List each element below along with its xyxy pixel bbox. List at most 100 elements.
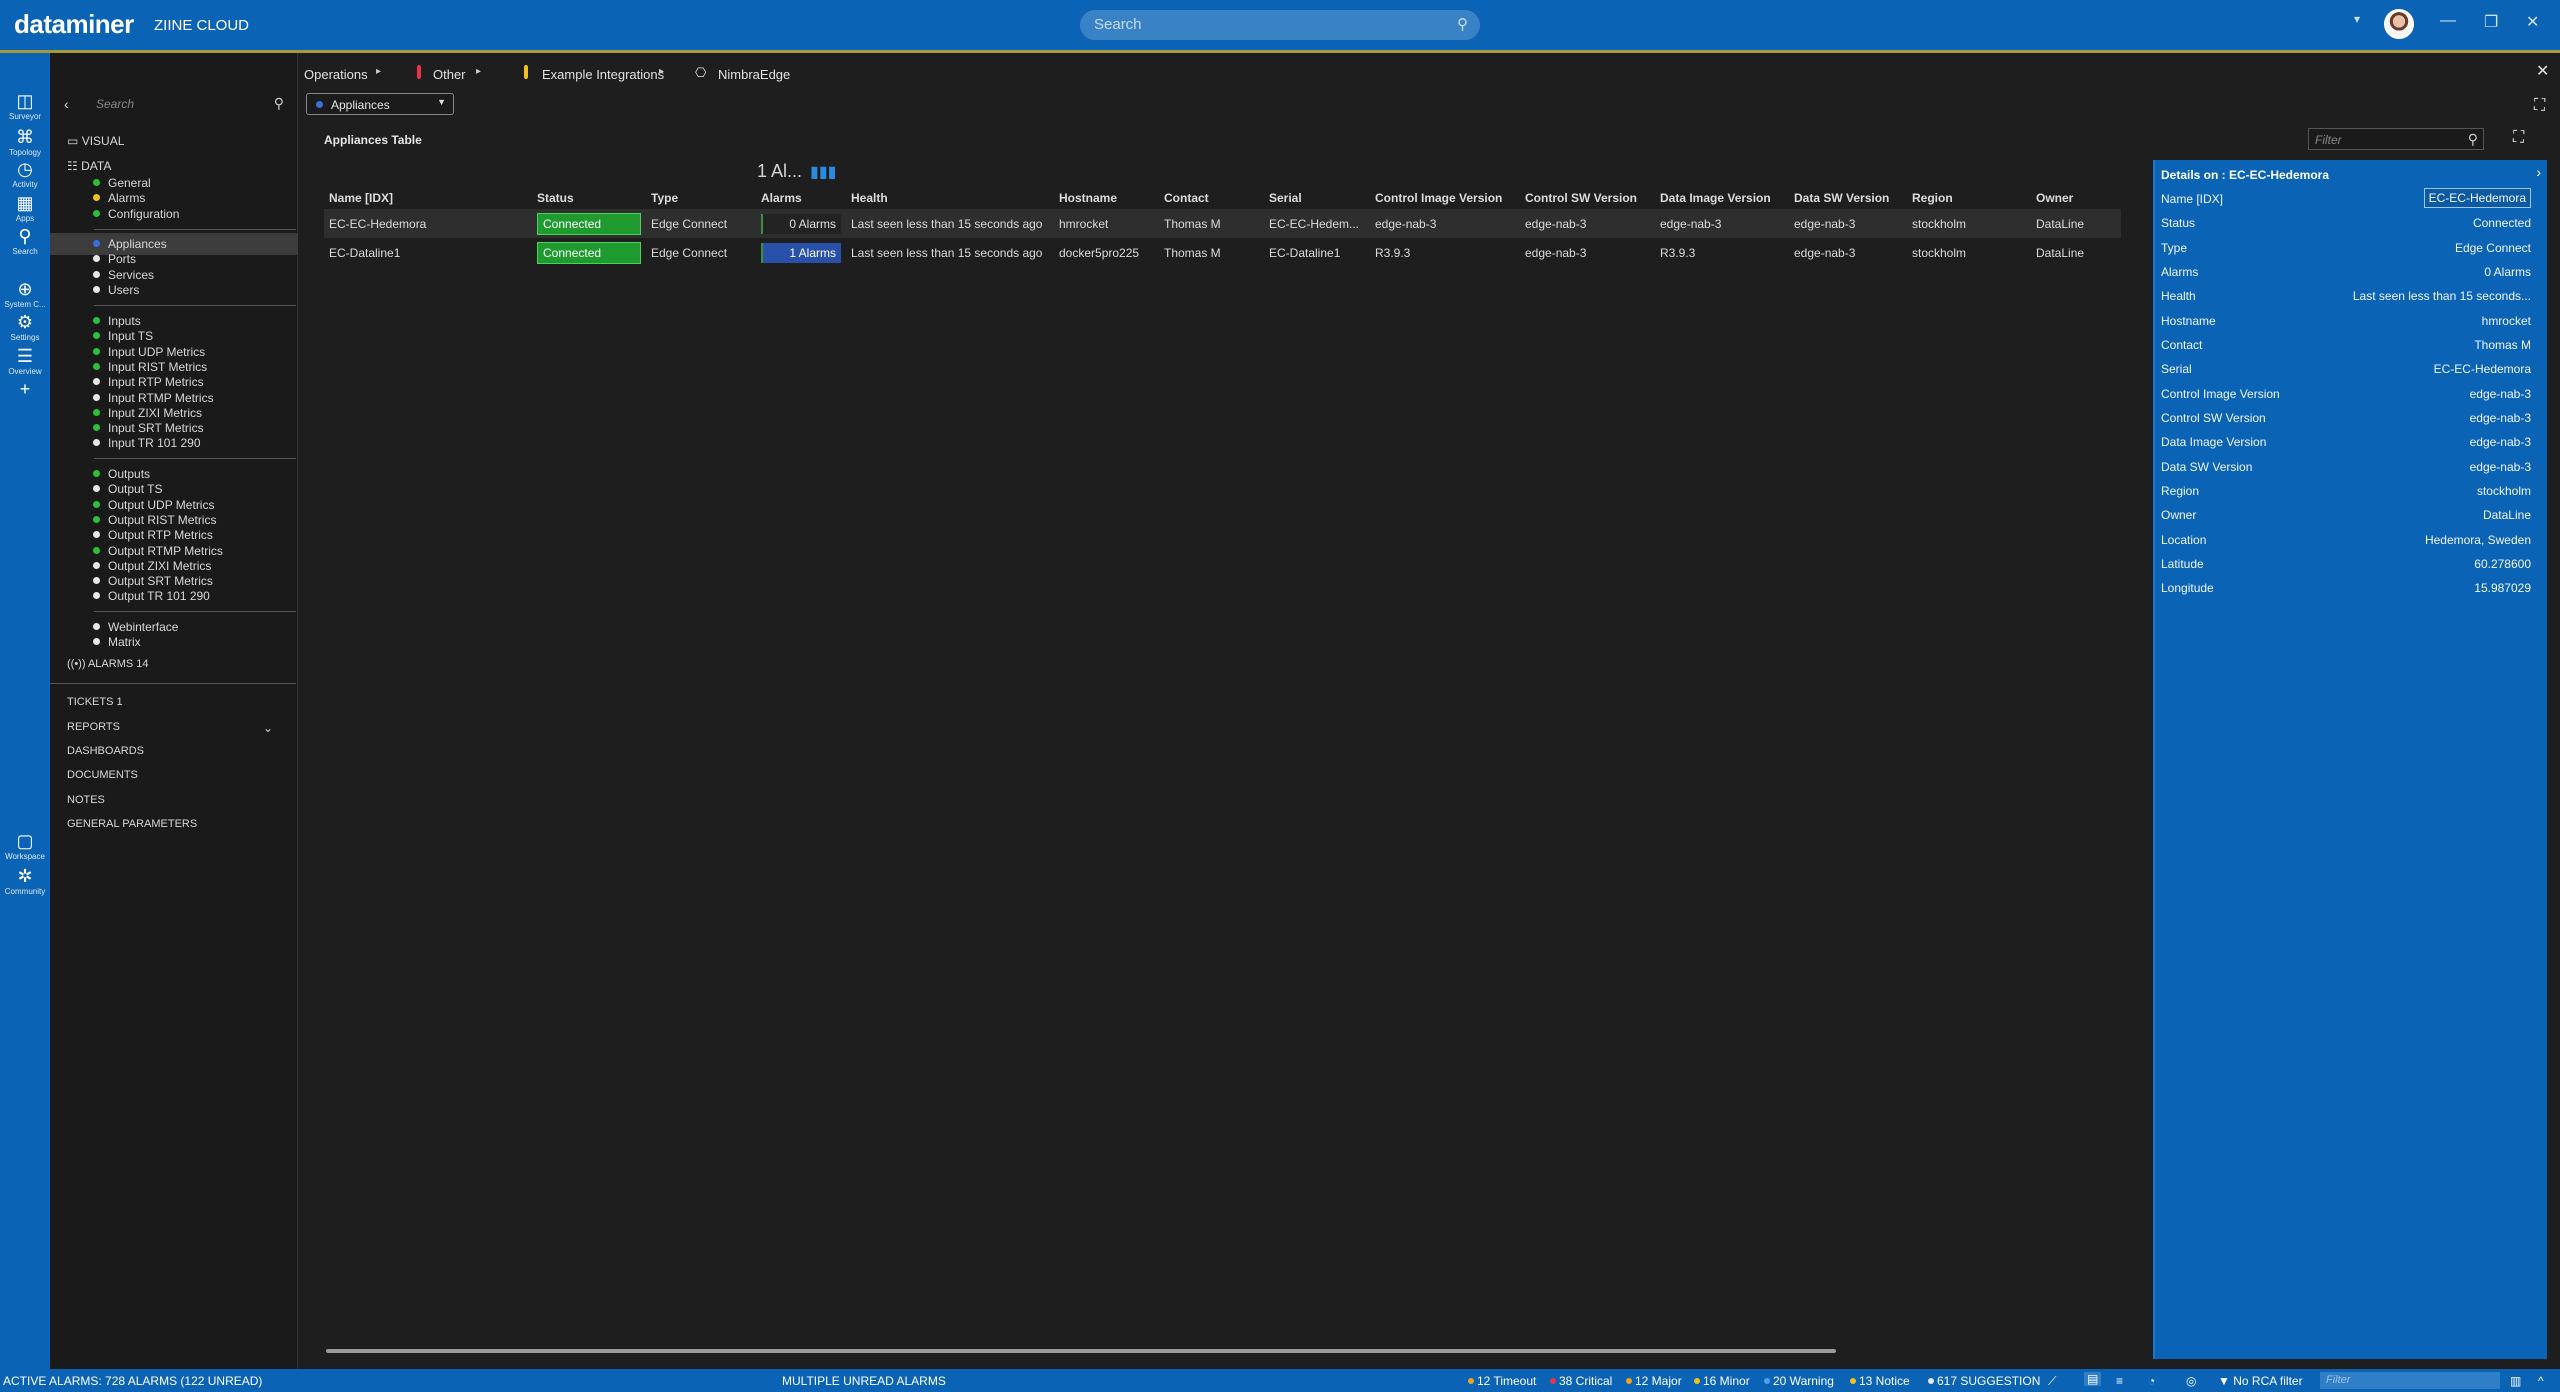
column-header[interactable]: Contact	[1159, 187, 1264, 209]
table-row[interactable]: EC-EC-Hedemora Connected Edge Connect 0 Ala…	[324, 209, 2121, 238]
sidebar-item-input-tr-101-290[interactable]: Input TR 101 290	[50, 432, 298, 454]
column-header[interactable]: Status	[532, 187, 646, 209]
chart-line-icon[interactable]: ⟋	[2048, 1374, 2056, 1389]
sidebar: ‹ Search ⚲ ▭ VISUAL ☷ DATA General Alarms…	[50, 53, 298, 1369]
rail-item-10[interactable]: ▢ Workspace	[0, 830, 50, 861]
breadcrumb-item[interactable]: Operations	[304, 67, 368, 82]
sidebar-item-label: Users	[108, 282, 140, 297]
rail-item-4[interactable]: ▦ Apps	[0, 192, 50, 223]
rail-item-3[interactable]: ◷ Activity	[0, 158, 50, 189]
global-search-input[interactable]: Search ⚲	[1080, 10, 1480, 40]
horizontal-scrollbar[interactable]	[326, 1349, 1836, 1353]
section-documents[interactable]: DOCUMENTS	[67, 769, 138, 781]
visual-section[interactable]: ▭ VISUAL	[67, 134, 124, 148]
alarm-count-badge[interactable]: 1 Alarms	[761, 242, 841, 263]
section-tickets-1[interactable]: TICKETS 1	[67, 696, 123, 708]
column-header[interactable]: Health	[846, 187, 1054, 209]
column-header[interactable]: Alarms	[756, 187, 846, 209]
minimize-icon[interactable]: —	[2440, 12, 2456, 30]
columns-icon[interactable]: ▥	[2510, 1374, 2521, 1388]
caret-right-icon[interactable]: ▸	[376, 66, 381, 77]
alarm-summary[interactable]: 1 Al... ▮▮▮	[757, 161, 836, 182]
unread-alarms-text[interactable]: MULTIPLE UNREAD ALARMS	[782, 1374, 946, 1388]
rca-filter[interactable]: ▼ No RCA filter	[2218, 1374, 2303, 1388]
chevron-up-icon[interactable]: ^	[2538, 1374, 2544, 1388]
section-dashboards[interactable]: DASHBOARDS	[67, 745, 144, 757]
section-general-parameters[interactable]: GENERAL PARAMETERS	[67, 818, 197, 830]
column-header[interactable]: Control Image Version	[1370, 187, 1520, 209]
focus-icon[interactable]: ◎	[2186, 1374, 2196, 1388]
breadcrumb-item[interactable]: Example Integrations	[542, 67, 664, 82]
column-header[interactable]: Name [IDX]	[324, 187, 532, 209]
active-alarms-text[interactable]: ACTIVE ALARMS: 728 ALARMS (122 UNREAD)	[3, 1374, 262, 1388]
rail-item-11[interactable]: ✲ Community	[0, 865, 50, 896]
rail-item-9[interactable]: +	[0, 378, 50, 400]
expand-icon[interactable]: ⛶	[2534, 97, 2545, 115]
plus-icon: +	[19, 379, 31, 399]
detail-name-field[interactable]: EC-EC-Hedemora	[2423, 188, 2531, 208]
page-selector[interactable]: Appliances ▼	[306, 93, 454, 115]
rail-item-7[interactable]: ⚙ Settings	[0, 311, 50, 342]
table-filter-input[interactable]: Filter ⚲	[2308, 128, 2484, 150]
close-card-icon[interactable]: ✕	[2536, 61, 2549, 81]
severity-count[interactable]: 617 SUGGESTION	[1928, 1374, 2040, 1388]
restore-icon[interactable]: ❐	[2484, 12, 2498, 32]
caret-right-icon[interactable]: ▸	[659, 66, 664, 77]
caret-right-icon[interactable]: ▸	[476, 66, 481, 77]
avatar[interactable]	[2384, 9, 2414, 39]
menu-dropdown-icon[interactable]: ▾	[2354, 12, 2360, 26]
sidebar-search-input[interactable]: Search ⚲	[90, 93, 290, 115]
column-header[interactable]: Owner	[2031, 187, 2121, 209]
table-row[interactable]: EC-Dataline1 Connected Edge Connect 1 Alarm…	[324, 238, 2121, 267]
section-notes[interactable]: NOTES	[67, 794, 105, 806]
table-cell: Last seen less than 15 seconds ago	[851, 245, 1043, 260]
rail-item-2[interactable]: ⌘ Topology	[0, 126, 50, 157]
severity-count[interactable]: 20 Warning	[1764, 1374, 1834, 1388]
rail-item-5[interactable]: ⚲ Search	[0, 225, 50, 256]
severity-count[interactable]: 12 Major	[1626, 1374, 1682, 1388]
list-icon: ☰	[16, 346, 34, 366]
search-icon[interactable]: ⚲	[2468, 131, 2478, 148]
clock-icon[interactable]: ◔	[2148, 1374, 2155, 1388]
column-header[interactable]: Region	[1907, 187, 2031, 209]
section-reports[interactable]: REPORTS	[67, 721, 120, 733]
alarm-count-badge[interactable]: 0 Alarms	[761, 213, 841, 234]
sidebar-item-output-tr-101-290[interactable]: Output TR 101 290	[50, 585, 298, 607]
column-header[interactable]: Serial	[1264, 187, 1370, 209]
column-header[interactable]: Data SW Version	[1789, 187, 1907, 209]
column-header[interactable]: Hostname	[1054, 187, 1159, 209]
severity-count[interactable]: 38 Critical	[1550, 1374, 1612, 1388]
bar-chart-icon[interactable]: ▮▮▮	[810, 164, 836, 181]
severity-count[interactable]: 13 Notice	[1850, 1374, 1910, 1388]
sort-icon[interactable]: ≡	[2116, 1374, 2123, 1388]
chevron-down-icon[interactable]: ⌄	[263, 721, 273, 735]
close-window-icon[interactable]: ✕	[2526, 12, 2539, 32]
chevron-down-icon[interactable]: ▼	[437, 97, 446, 107]
sidebar-item-users[interactable]: Users	[50, 279, 298, 301]
list-view-icon[interactable]: ▤	[2084, 1372, 2102, 1386]
rail-item-6[interactable]: ⊕ System C...	[0, 278, 50, 309]
breadcrumb-item[interactable]: NimbraEdge	[718, 67, 790, 82]
severity-count[interactable]: 12 Timeout	[1468, 1374, 1536, 1388]
sidebar-item-configuration[interactable]: Configuration	[50, 203, 298, 225]
sidebar-item-matrix[interactable]: Matrix	[50, 631, 298, 653]
alarms-section[interactable]: ((•)) ALARMS 14	[67, 658, 149, 670]
rail-item-1[interactable]: ◫ Surveyor	[0, 90, 50, 121]
breadcrumb-item[interactable]: Other	[433, 67, 466, 82]
data-section[interactable]: ☷ DATA	[67, 159, 111, 173]
detail-key: Type	[2161, 240, 2188, 255]
rail-item-8[interactable]: ☰ Overview	[0, 345, 50, 376]
column-header[interactable]: Data Image Version	[1655, 187, 1789, 209]
collapse-chevron-icon[interactable]: ‹	[64, 96, 69, 112]
element-icon: ⎔	[695, 65, 707, 80]
search-icon[interactable]: ⚲	[274, 95, 284, 112]
fullscreen-icon[interactable]: ⛶	[2513, 129, 2524, 147]
statusbar-filter-input[interactable]: Filter	[2320, 1372, 2500, 1389]
severity-count-label: 20 Warning	[1773, 1374, 1834, 1388]
rca-filter-label: No RCA filter	[2233, 1374, 2303, 1388]
column-header[interactable]: Control SW Version	[1520, 187, 1655, 209]
column-header[interactable]: Type	[646, 187, 756, 209]
chevron-right-icon[interactable]: ›	[2536, 164, 2541, 180]
severity-count[interactable]: 16 Minor	[1694, 1374, 1750, 1388]
search-icon[interactable]: ⚲	[1457, 15, 1468, 33]
